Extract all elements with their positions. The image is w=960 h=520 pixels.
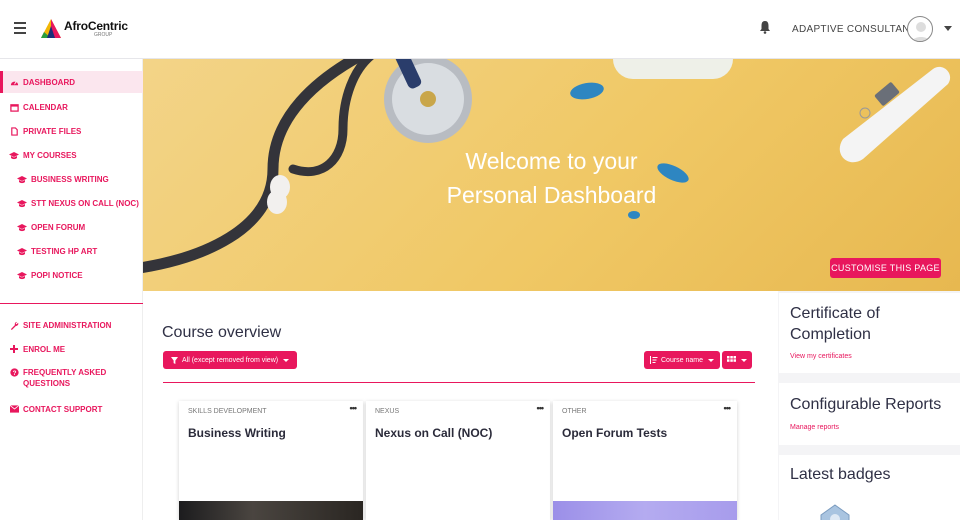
envelope-icon: [9, 404, 19, 414]
sidebar-item-popi-notice[interactable]: POPI NOTICE: [0, 264, 143, 286]
chevron-down-icon: [708, 358, 715, 362]
sidebar-item-dashboard[interactable]: DASHBOARD: [0, 71, 143, 93]
course-name[interactable]: Nexus on Call (NOC): [375, 426, 492, 440]
sidebar-item-label: CONTACT SUPPORT: [23, 404, 103, 414]
sidebar: DASHBOARD CALENDAR PRIVATE FILES MY COUR…: [0, 59, 143, 520]
course-view-dropdown[interactable]: [722, 351, 752, 369]
graduation-cap-icon: [17, 246, 27, 256]
course-category: SKILLS DEVELOPMENT: [188, 408, 267, 415]
sidebar-item-label: MY COURSES: [23, 150, 77, 160]
certificate-block: Certificate of Completion View my certif…: [779, 293, 960, 373]
course-menu-ellipsis-icon[interactable]: •••: [350, 403, 358, 413]
sidebar-item-testing-hp-art[interactable]: TESTING HP ART: [0, 240, 143, 262]
wrench-icon: [9, 320, 19, 330]
reports-title: Configurable Reports: [790, 396, 942, 413]
course-menu-ellipsis-icon[interactable]: •••: [724, 403, 732, 413]
sidebar-item-contact-support[interactable]: CONTACT SUPPORT: [0, 398, 143, 420]
sidebar-item-label: TESTING HP ART: [31, 246, 98, 256]
user-name[interactable]: ADAPTIVE CONSULTANTS: [792, 24, 923, 35]
hamburger-menu-icon[interactable]: [14, 22, 26, 34]
course-image: [553, 501, 737, 520]
customise-page-button[interactable]: CUSTOMISE THIS PAGE: [830, 258, 941, 278]
sidebar-item-enrol-me[interactable]: ENROL ME: [0, 338, 143, 360]
course-card-nexus-on-call[interactable]: NEXUS ••• Nexus on Call (NOC): [366, 401, 550, 520]
filter-icon: [171, 356, 178, 364]
hero-title: Welcome to your Personal Dashboard: [143, 144, 960, 212]
graduation-cap-icon: [17, 270, 27, 280]
sidebar-divider: [0, 303, 143, 304]
sidebar-item-open-forum[interactable]: OPEN FORUM: [0, 216, 143, 238]
sidebar-item-label: CALENDAR: [23, 102, 68, 112]
sidebar-item-stt-nexus[interactable]: STT NEXUS ON CALL (NOC): [0, 192, 143, 214]
calendar-icon: [9, 102, 19, 112]
course-image: [179, 501, 363, 520]
user-menu-caret-icon[interactable]: [944, 26, 952, 31]
course-overview-title: Course overview: [162, 324, 282, 341]
certificate-title: Certificate of Completion: [790, 305, 880, 343]
course-overview-section: Course overview All (except removed from…: [143, 291, 778, 520]
file-icon: [9, 126, 19, 136]
sidebar-item-label: OPEN FORUM: [31, 222, 86, 232]
course-filter-dropdown[interactable]: All (except removed from view): [163, 351, 298, 369]
user-avatar-icon: [912, 22, 930, 41]
chevron-down-icon: [283, 358, 290, 362]
sidebar-item-label: BUSINESS WRITING: [31, 174, 109, 184]
view-certificates-link[interactable]: View my certificates: [790, 353, 852, 360]
course-overview-divider: [163, 382, 755, 383]
hero-title-line1: Welcome to your: [465, 148, 638, 174]
graduation-cap-icon: [17, 198, 27, 208]
badges-title: Latest badges: [790, 466, 891, 483]
sidebar-item-faq[interactable]: ? FREQUENTLY ASKED QUESTIONS: [0, 363, 143, 391]
sidebar-item-label: PRIVATE FILES: [23, 126, 82, 136]
course-card-business-writing[interactable]: SKILLS DEVELOPMENT ••• Business Writing: [179, 401, 363, 520]
afrocentric-logo-icon: [41, 19, 61, 38]
sort-icon: [650, 356, 658, 364]
sidebar-item-label: FREQUENTLY ASKED QUESTIONS: [23, 368, 107, 388]
sidebar-item-calendar[interactable]: CALENDAR: [0, 96, 143, 118]
sidebar-item-label: SITE ADMINISTRATION: [23, 320, 112, 330]
course-sort-dropdown[interactable]: Course name: [644, 351, 721, 369]
course-menu-ellipsis-icon[interactable]: •••: [537, 403, 545, 413]
manage-reports-link[interactable]: Manage reports: [790, 424, 839, 431]
hero-title-line2: Personal Dashboard: [446, 182, 657, 208]
filter-label: All (except removed from view): [182, 356, 279, 364]
course-card-open-forum-tests[interactable]: OTHER ••• Open Forum Tests: [553, 401, 737, 520]
course-name[interactable]: Business Writing: [188, 426, 286, 440]
sidebar-item-business-writing[interactable]: BUSINESS WRITING: [0, 168, 143, 190]
user-avatar[interactable]: [907, 16, 933, 42]
graduation-cap-icon: [17, 222, 27, 232]
graduation-cap-icon: [9, 150, 19, 160]
brand-name: AfroCentric: [64, 19, 128, 33]
sidebar-item-label: STT NEXUS ON CALL (NOC): [31, 198, 139, 208]
dashboard-icon: [9, 77, 19, 87]
sidebar-item-my-courses[interactable]: MY COURSES: [0, 144, 143, 166]
sidebar-item-label: ENROL ME: [23, 344, 66, 354]
latest-badges-block: Latest badges: [779, 455, 960, 520]
sidebar-item-site-administration[interactable]: SITE ADMINISTRATION: [0, 314, 143, 336]
configurable-reports-block: Configurable Reports Manage reports: [779, 383, 960, 445]
dashboard-hero-banner: Welcome to your Personal Dashboard CUSTO…: [143, 59, 960, 291]
chevron-down-icon: [741, 358, 747, 362]
course-category: OTHER: [562, 408, 587, 415]
badge-icon[interactable]: [815, 503, 855, 520]
course-name[interactable]: Open Forum Tests: [562, 426, 667, 440]
sidebar-item-label: POPI NOTICE: [31, 270, 83, 280]
plus-icon: [9, 344, 19, 354]
grid-icon: [727, 356, 736, 362]
brand-sub: GROUP: [94, 32, 113, 38]
sidebar-item-private-files[interactable]: PRIVATE FILES: [0, 120, 143, 142]
notification-bell-icon[interactable]: [759, 20, 771, 34]
sort-label: Course name: [661, 356, 704, 364]
question-icon: ?: [9, 367, 19, 377]
top-navbar: AfroCentric GROUP ADAPTIVE CONSULTANTS: [0, 0, 960, 59]
svg-text:?: ?: [12, 370, 16, 377]
sidebar-item-label: DASHBOARD: [23, 77, 75, 87]
graduation-cap-icon: [17, 174, 27, 184]
course-category: NEXUS: [375, 408, 400, 415]
